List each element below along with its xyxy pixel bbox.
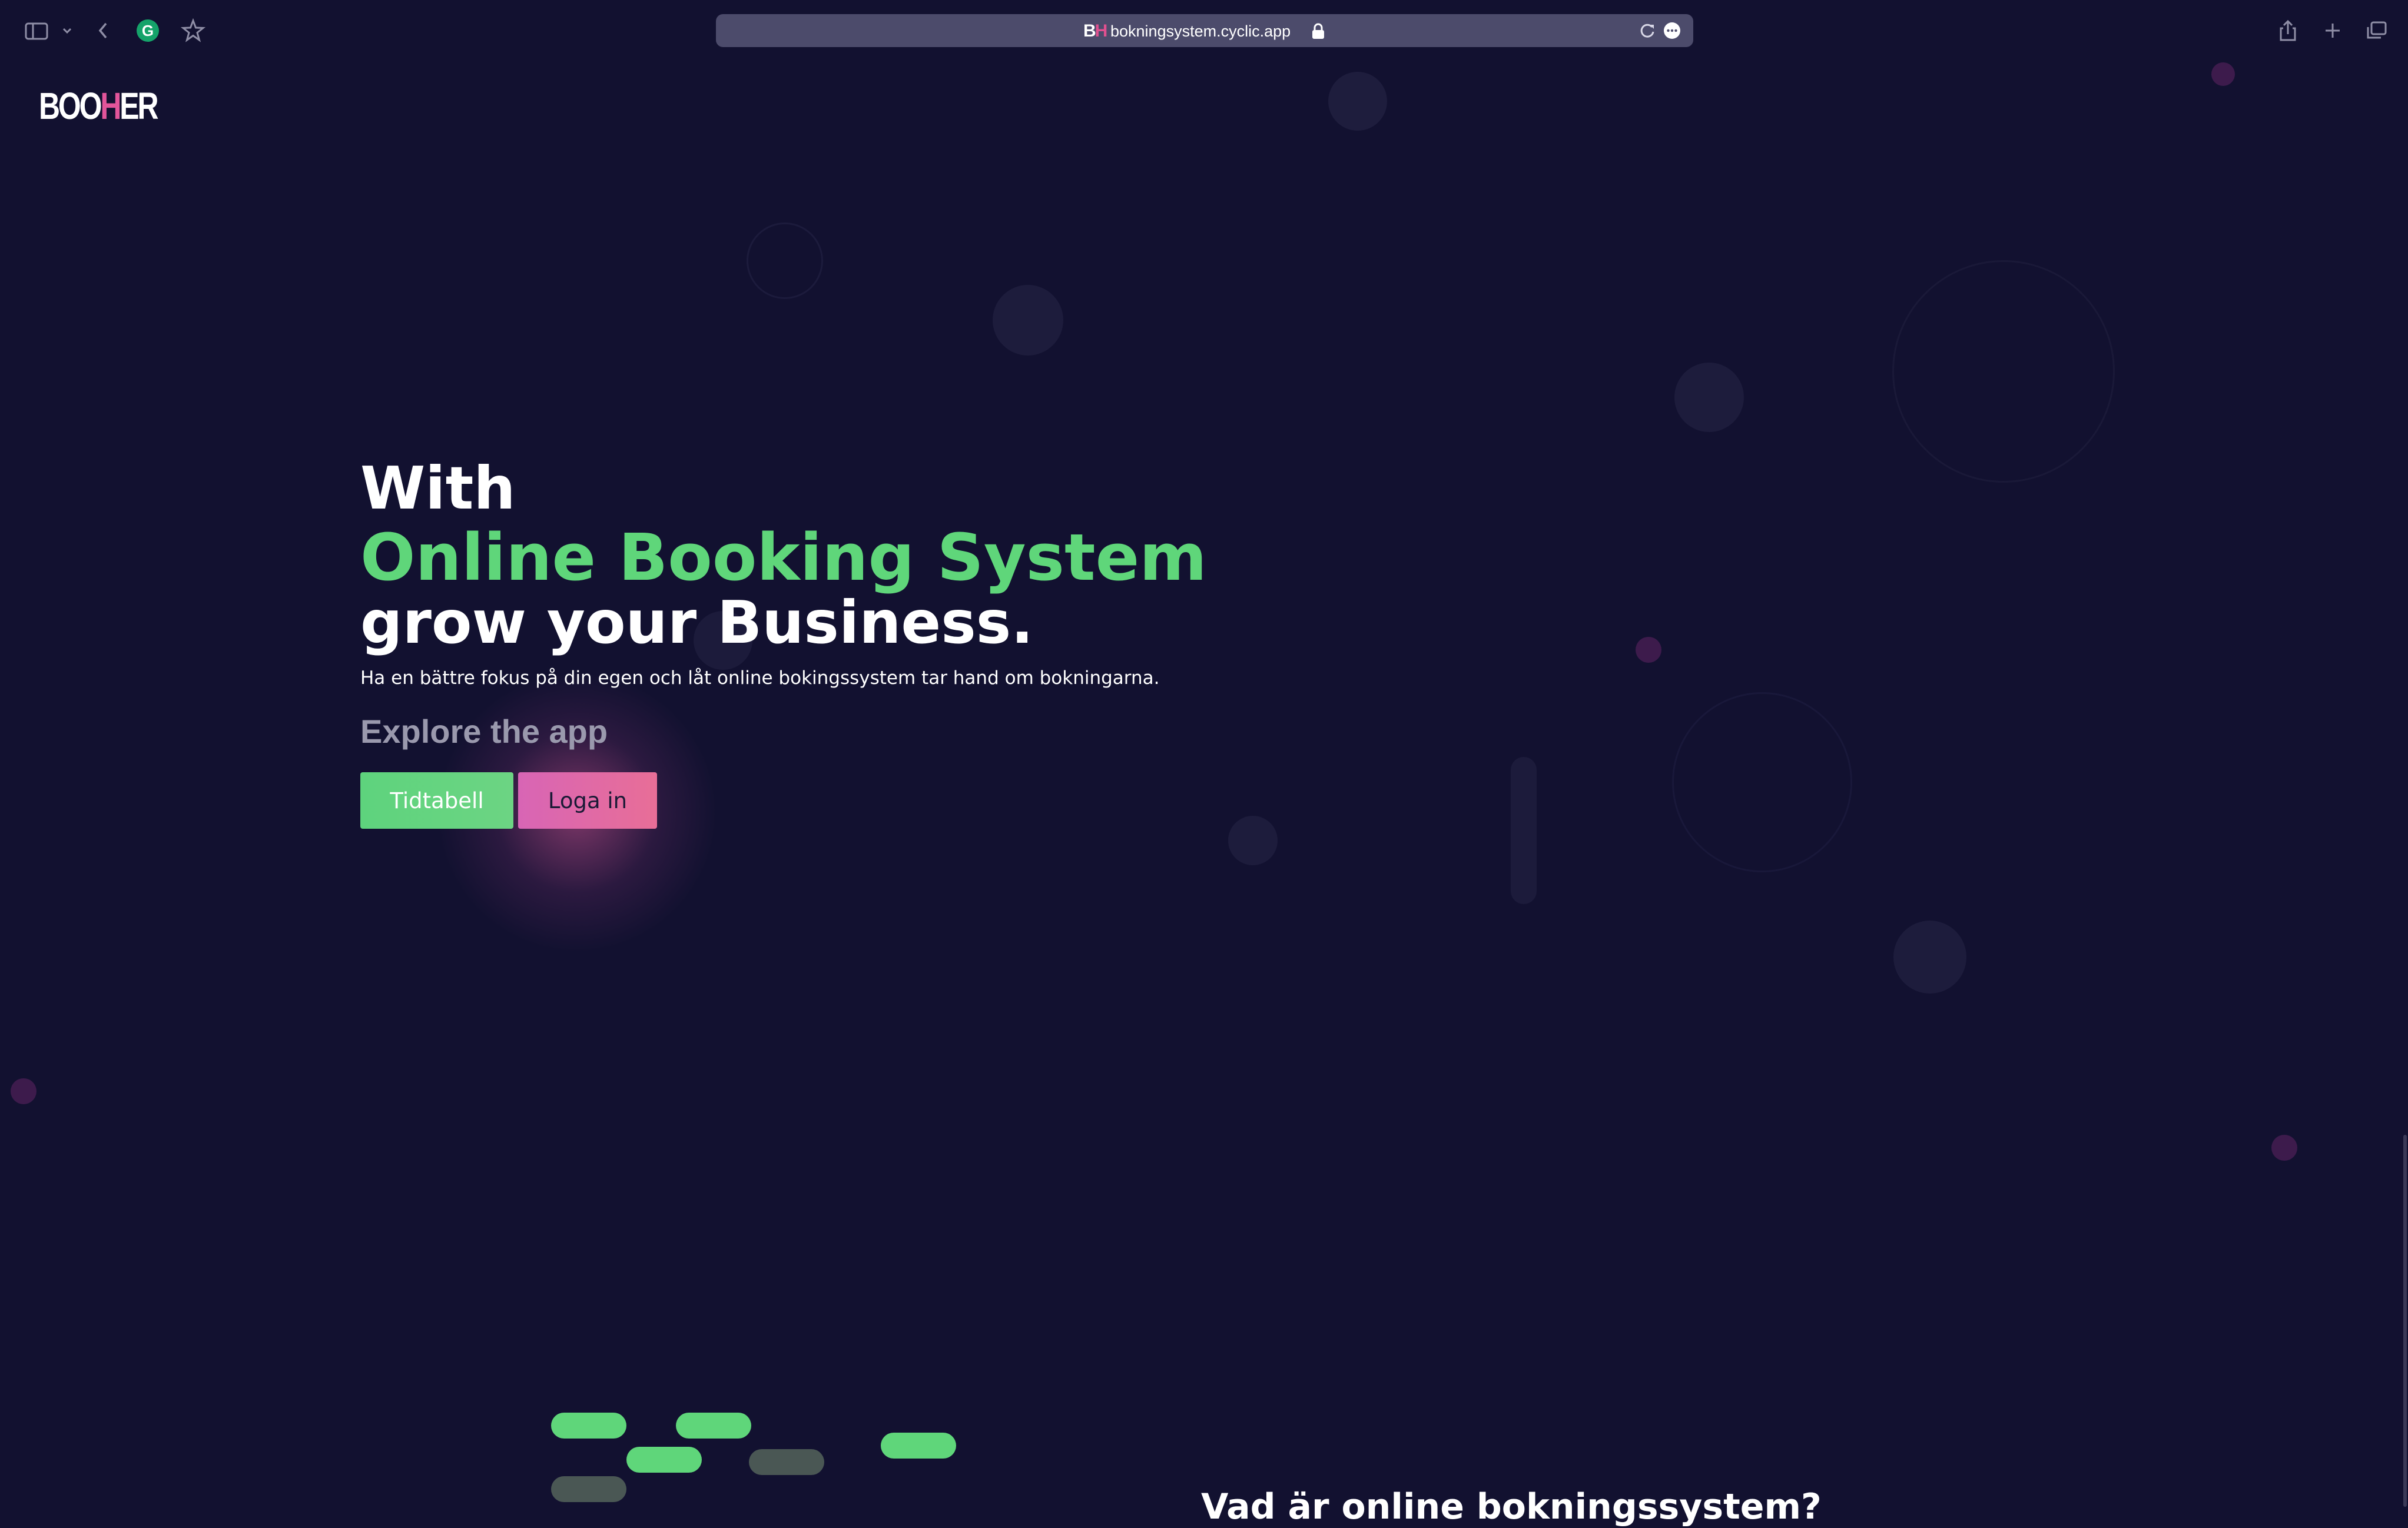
login-button[interactable]: Loga in: [518, 772, 657, 829]
address-bar[interactable]: BH bokningsystem.cyclic.app: [716, 14, 1693, 47]
decor-pill: [881, 1433, 956, 1459]
tabs-overview-icon[interactable]: [2363, 14, 2390, 47]
bg-bubble: [993, 285, 1063, 356]
share-icon[interactable]: [2275, 14, 2301, 47]
bg-bubble: [11, 1078, 37, 1104]
reload-icon[interactable]: [1638, 21, 1657, 40]
bg-bubble: [1893, 921, 1966, 994]
svg-text:G: G: [142, 22, 154, 39]
back-arrow-icon[interactable]: [94, 14, 112, 47]
explore-label: Explore the app: [360, 713, 608, 750]
hero-subtitle: Ha en bättre fokus på din egen och låt o…: [360, 667, 1160, 689]
decor-pill: [749, 1449, 824, 1475]
bg-bar: [1511, 757, 1537, 904]
hero-heading-line1: With: [360, 454, 516, 523]
chevron-down-icon[interactable]: [59, 14, 75, 47]
timetable-button[interactable]: Tidtabell: [360, 772, 513, 829]
browser-toolbar: G BH bokningsystem.cyclic.app: [0, 0, 2408, 61]
plus-icon[interactable]: [2320, 14, 2346, 47]
bg-ring: [1672, 692, 1852, 872]
bg-bubble: [1228, 816, 1278, 865]
decor-pill: [626, 1447, 702, 1473]
grammarly-icon[interactable]: G: [134, 14, 161, 47]
hero-heading-highlight: Online Booking System: [360, 520, 1207, 595]
bg-bubble: [2211, 62, 2235, 86]
scrollbar[interactable]: [2403, 1135, 2407, 1507]
decor-pill: [551, 1476, 626, 1502]
sidebar-icon[interactable]: [24, 14, 49, 47]
section-heading: Vad är online bokningssystem?: [1201, 1486, 1822, 1527]
url-text[interactable]: bokningsystem.cyclic.app: [1110, 21, 1291, 41]
bg-bubble: [2271, 1135, 2297, 1161]
hero-heading-line3: grow your Business.: [360, 588, 1034, 657]
more-icon[interactable]: [1663, 21, 1681, 40]
lock-icon: [1311, 22, 1326, 40]
bg-bubble: [1328, 72, 1387, 131]
bg-bubble: [1674, 363, 1744, 432]
decor-pill: [551, 1413, 626, 1439]
decor-pill: [676, 1413, 751, 1439]
star-icon[interactable]: [179, 14, 207, 47]
site-favicon: BH: [1083, 21, 1107, 41]
bg-bubble: [1636, 637, 1661, 663]
bg-ring: [1892, 260, 2115, 483]
bg-ring: [747, 222, 823, 299]
site-logo[interactable]: BOOHER: [39, 82, 159, 129]
